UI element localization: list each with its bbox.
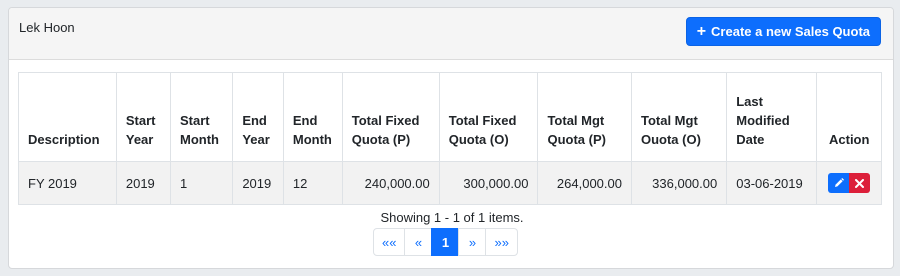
- cell-start-year: 2019: [115, 161, 172, 205]
- sales-quota-card: Lek Hoon + Create a new Sales Quota Desc…: [8, 7, 894, 269]
- page-last-button[interactable]: »»: [485, 228, 518, 256]
- cell-total-mgt-quota-p: 264,000.00: [537, 161, 632, 205]
- table-header-row: Description Start Year Start Month End Y…: [18, 72, 882, 162]
- cell-total-fixed-quota-p: 240,000.00: [341, 161, 440, 205]
- cell-end-month: 12: [282, 161, 343, 205]
- page-next-button[interactable]: »: [458, 228, 487, 256]
- col-start-month: Start Month: [169, 72, 234, 162]
- create-sales-quota-label: Create a new Sales Quota: [711, 24, 870, 39]
- pagination-summary: Showing 1 - 1 of 1 items.: [380, 210, 524, 225]
- page-prev-button[interactable]: «: [404, 228, 433, 256]
- cell-total-mgt-quota-o: 336,000.00: [630, 161, 728, 205]
- edit-button[interactable]: [828, 173, 850, 193]
- col-description: Description: [18, 72, 117, 162]
- col-total-fixed-quota-p: Total Fixed Quota (P): [341, 72, 440, 162]
- col-start-year: Start Year: [115, 72, 172, 162]
- col-total-fixed-quota-o: Total Fixed Quota (O): [438, 72, 539, 162]
- user-name: Lek Hoon: [19, 20, 75, 35]
- col-total-mgt-quota-o: Total Mgt Ouota (O): [630, 72, 728, 162]
- cell-action: [816, 161, 882, 205]
- cell-total-fixed-quota-o: 300,000.00: [438, 161, 539, 205]
- page-first-button[interactable]: ««: [373, 228, 406, 256]
- close-icon: [855, 178, 865, 188]
- row-action-group: [828, 173, 871, 193]
- cell-description: FY 2019: [18, 161, 117, 205]
- pencil-icon: [834, 178, 844, 187]
- table-row: FY 2019 2019 1 2019 12 240,000.00 300,00…: [18, 161, 882, 205]
- col-action: Action: [816, 72, 882, 162]
- cell-start-month: 1: [169, 161, 234, 205]
- sales-quota-table: Description Start Year Start Month End Y…: [18, 72, 882, 205]
- delete-button[interactable]: [849, 173, 871, 193]
- create-sales-quota-button[interactable]: + Create a new Sales Quota: [685, 17, 881, 46]
- cell-last-modified-date: 03-06-2019: [726, 161, 818, 205]
- plus-icon: +: [696, 22, 707, 40]
- col-end-year: End Year: [232, 72, 284, 162]
- col-end-month: End Month: [282, 72, 343, 162]
- sales-quota-table-wrap: Description Start Year Start Month End Y…: [18, 72, 882, 205]
- cell-end-year: 2019: [232, 161, 284, 205]
- page-current-button[interactable]: 1: [431, 228, 460, 256]
- col-last-modified-date: Last Modified Date: [726, 72, 818, 162]
- card-header: Lek Hoon + Create a new Sales Quota: [9, 8, 893, 60]
- col-total-mgt-quota-p: Total Mgt Quota (P): [537, 72, 632, 162]
- pagination: «« « 1 » »»: [373, 228, 518, 256]
